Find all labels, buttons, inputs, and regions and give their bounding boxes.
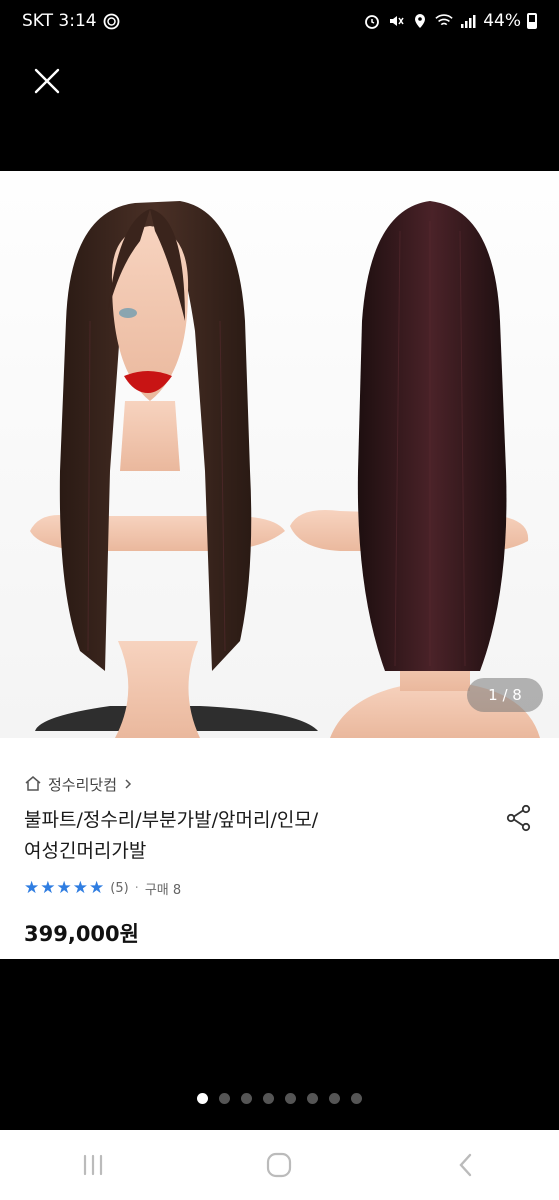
star-icon: ★	[72, 878, 88, 898]
product-title: 불파트/정수리/부분가발/앞머리/인모/ 여성긴머리가발	[24, 809, 319, 862]
rating-stars: ★ ★ ★ ★ ★	[24, 880, 104, 897]
share-icon	[506, 804, 531, 832]
signal-icon	[459, 12, 477, 30]
home-button[interactable]	[249, 1140, 309, 1190]
purchase-count: 구매 8	[144, 883, 182, 898]
product-image[interactable]: 1 / 8	[0, 171, 559, 738]
sync-icon	[103, 12, 121, 30]
mute-icon	[387, 12, 405, 30]
back-icon	[459, 1153, 472, 1177]
battery-percent: 44%	[483, 11, 521, 31]
page-dot[interactable]	[329, 1093, 340, 1104]
page-indicator	[0, 1093, 559, 1104]
star-icon: ★	[24, 878, 40, 898]
carrier-time: SKT 3:14	[22, 11, 97, 31]
page-dot[interactable]	[307, 1093, 318, 1104]
home-icon	[24, 775, 42, 795]
page-dot[interactable]	[263, 1093, 274, 1104]
recent-apps-button[interactable]	[63, 1140, 123, 1190]
store-link[interactable]: 정수리닷컴	[24, 774, 535, 795]
alarm-icon	[363, 12, 381, 30]
image-counter: 1 / 8	[467, 678, 543, 712]
star-icon: ★	[40, 878, 56, 898]
recent-apps-icon	[84, 1154, 103, 1176]
close-icon	[34, 68, 60, 94]
status-left: SKT 3:14	[22, 11, 121, 31]
star-icon: ★	[56, 878, 72, 898]
rating-count: (5)	[110, 881, 129, 896]
location-icon	[411, 12, 429, 30]
page-dot[interactable]	[197, 1093, 208, 1104]
share-button[interactable]	[503, 802, 535, 834]
home-circle-icon	[267, 1152, 292, 1178]
store-name: 정수리닷컴	[48, 776, 118, 794]
page-dot[interactable]	[241, 1093, 252, 1104]
close-button[interactable]	[28, 62, 66, 100]
page-dot[interactable]	[285, 1093, 296, 1104]
page-dot[interactable]	[351, 1093, 362, 1104]
separator: ·	[134, 881, 139, 896]
status-right: 44%	[363, 11, 537, 31]
rating-row[interactable]: ★ ★ ★ ★ ★ (5) · 구매 8	[24, 879, 535, 899]
product-price: 399,000원	[24, 922, 139, 946]
star-icon: ★	[89, 878, 105, 898]
back-button[interactable]	[436, 1140, 496, 1190]
product-info: 정수리닷컴 불파트/정수리/부분가발/앞머리/인모/ 여성긴머리가발 ★ ★ ★…	[0, 774, 559, 948]
wifi-icon	[435, 12, 453, 30]
product-card: 1 / 8 정수리닷컴 불파트/정수리/부분가발/앞머리/인모/ 여성긴머리가발…	[0, 171, 559, 959]
battery-icon	[527, 13, 537, 29]
page-dot[interactable]	[219, 1093, 230, 1104]
status-bar: SKT 3:14 44%	[0, 0, 559, 42]
wig-photo	[30, 201, 540, 738]
navigation-bar	[0, 1130, 559, 1200]
chevron-right-icon	[123, 776, 133, 794]
